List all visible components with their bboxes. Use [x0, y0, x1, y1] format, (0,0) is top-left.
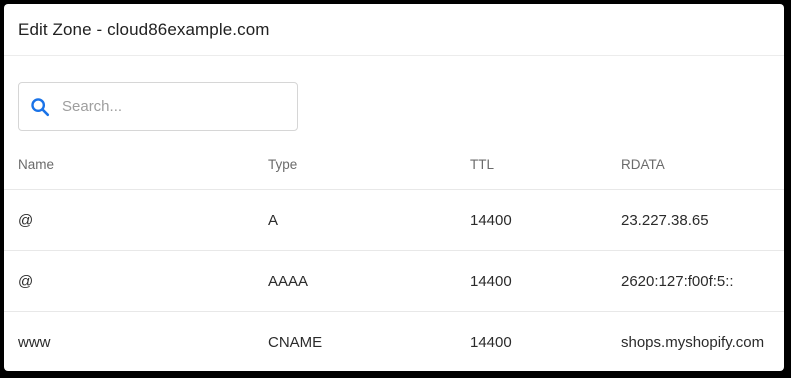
column-header-name[interactable]: Name: [18, 139, 54, 189]
page-title: Edit Zone - cloud86example.com: [18, 19, 270, 39]
column-header-type[interactable]: Type: [268, 139, 297, 189]
record-name: www: [18, 333, 51, 351]
record-ttl: 14400: [470, 333, 512, 351]
record-type: AAAA: [268, 272, 309, 290]
search-box[interactable]: [18, 82, 298, 131]
record-rdata: 2620:127:f00f:5::: [621, 272, 734, 290]
record-name: @: [18, 272, 34, 290]
record-ttl: 14400: [470, 211, 512, 229]
edit-zone-panel: Edit Zone - cloud86example.com Name Type…: [4, 4, 784, 371]
column-header-ttl[interactable]: TTL: [470, 139, 494, 189]
record-type: CNAME: [268, 333, 323, 351]
table-row[interactable]: @ A 14400 23.227.38.65: [4, 190, 784, 251]
search-icon: [29, 96, 51, 118]
panel-header: Edit Zone - cloud86example.com: [4, 4, 784, 56]
record-rdata: shops.myshopify.com: [621, 333, 765, 351]
record-type: A: [268, 211, 279, 229]
table-row[interactable]: www CNAME 14400 shops.myshopify.com: [4, 312, 784, 371]
search-input[interactable]: [62, 98, 282, 115]
record-name: @: [18, 211, 34, 229]
record-ttl: 14400: [470, 272, 512, 290]
table-header-row: Name Type TTL RDATA: [4, 139, 784, 190]
record-rdata: 23.227.38.65: [621, 211, 709, 229]
table-row[interactable]: @ AAAA 14400 2620:127:f00f:5::: [4, 251, 784, 312]
column-header-rdata[interactable]: RDATA: [621, 139, 665, 189]
dns-records-table: Name Type TTL RDATA @ A 14400 23.227.38.…: [4, 139, 784, 371]
